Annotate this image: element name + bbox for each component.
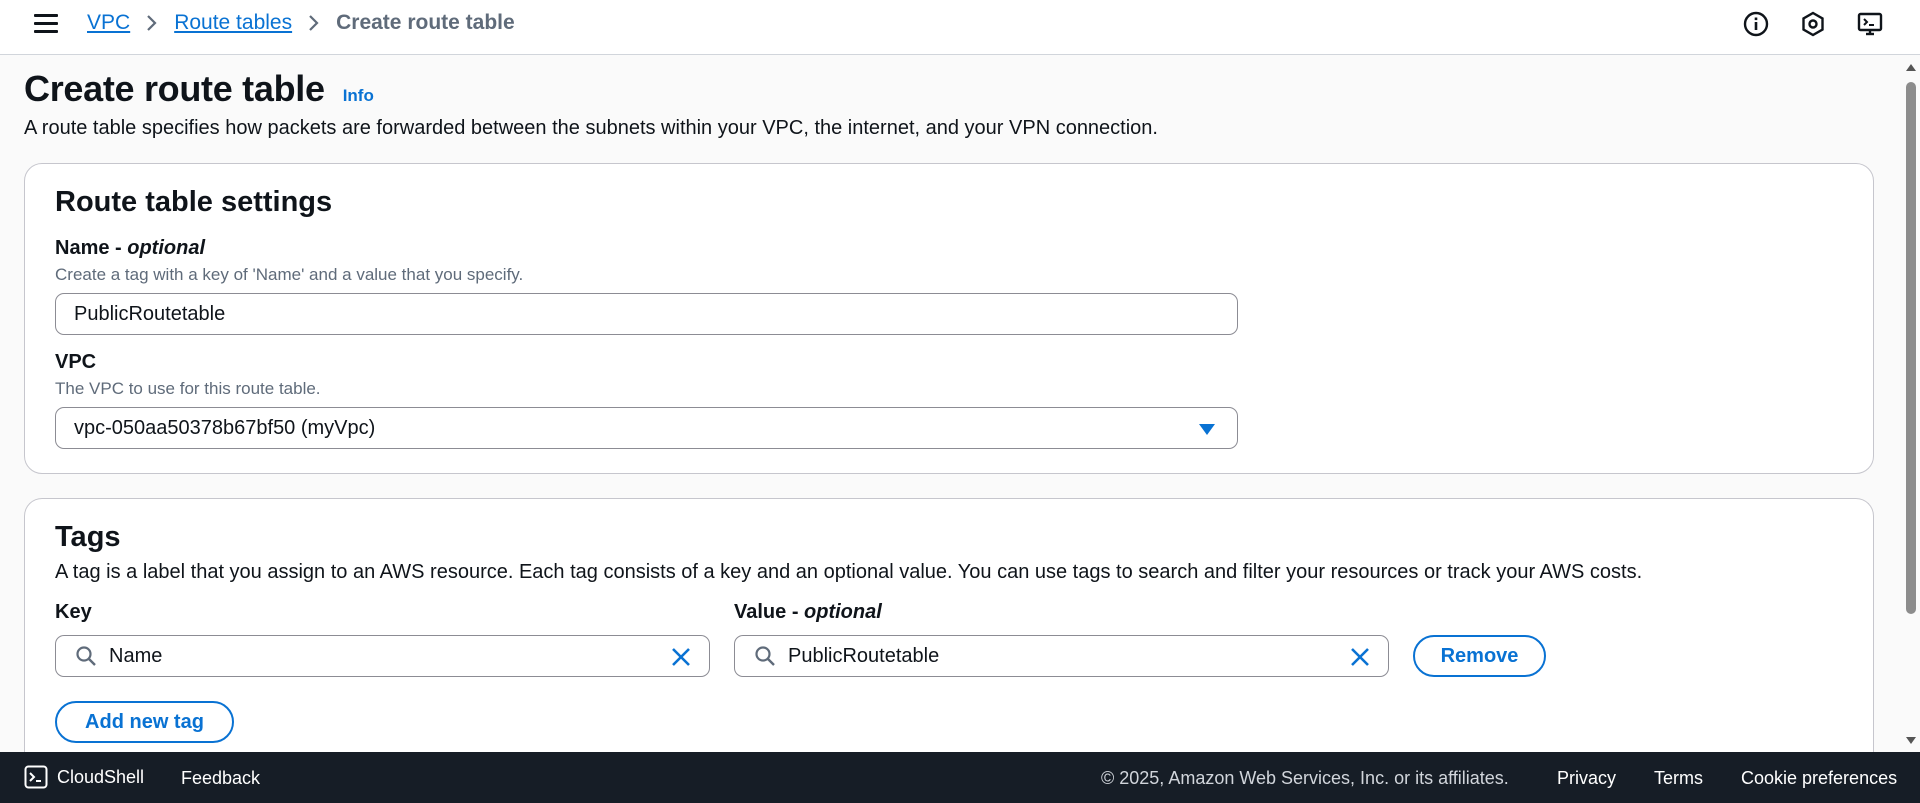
scrollbar-thumb[interactable] bbox=[1906, 82, 1916, 614]
name-field-label: Name - optional bbox=[55, 237, 205, 260]
privacy-link[interactable]: Privacy bbox=[1557, 768, 1616, 789]
scroll-down-arrow-icon[interactable] bbox=[1906, 737, 1916, 744]
terms-link[interactable]: Terms bbox=[1654, 768, 1703, 789]
cloudshell-terminal-icon[interactable] bbox=[1856, 10, 1884, 38]
cloudshell-label: CloudShell bbox=[57, 766, 145, 787]
cookie-preferences-link[interactable]: Cookie preferences bbox=[1741, 768, 1897, 789]
add-new-tag-button[interactable]: Add new tag bbox=[55, 701, 234, 743]
tags-description: A tag is a label that you assign to an A… bbox=[55, 561, 1643, 583]
breadcrumb: VPC Route tables Create route table bbox=[87, 10, 515, 36]
tag-key-input[interactable]: Name bbox=[55, 635, 710, 677]
vpc-select-value: vpc-050aa50378b67bf50 (myVpc) bbox=[74, 416, 376, 439]
search-icon bbox=[755, 646, 775, 666]
menu-hamburger-icon[interactable] bbox=[34, 14, 58, 34]
terminal-icon bbox=[24, 765, 48, 789]
close-icon[interactable] bbox=[1348, 645, 1372, 669]
console-footer: CloudShell Feedback © 2025, Amazon Web S… bbox=[0, 752, 1920, 803]
copyright-text: © 2025, Amazon Web Services, Inc. or its… bbox=[1101, 768, 1509, 788]
info-circle-icon[interactable] bbox=[1742, 10, 1770, 38]
chevron-right-icon bbox=[292, 14, 336, 32]
page-description: A route table specifies how packets are … bbox=[24, 117, 1158, 139]
settings-heading: Route table settings bbox=[55, 186, 333, 218]
tag-value-label: Value - optional bbox=[734, 601, 882, 624]
breadcrumb-route-tables-link[interactable]: Route tables bbox=[174, 11, 292, 35]
search-icon bbox=[76, 646, 96, 666]
breadcrumb-current: Create route table bbox=[336, 11, 515, 34]
scroll-up-arrow-icon[interactable] bbox=[1906, 64, 1916, 71]
name-input-value: PublicRoutetable bbox=[74, 302, 226, 325]
name-input[interactable]: PublicRoutetable bbox=[55, 293, 1238, 335]
page-scrollbar[interactable] bbox=[1902, 56, 1920, 752]
breadcrumb-vpc-link[interactable]: VPC bbox=[87, 11, 130, 35]
remove-tag-button[interactable]: Remove bbox=[1413, 635, 1546, 677]
settings-hexagon-icon[interactable] bbox=[1799, 10, 1827, 38]
feedback-link[interactable]: Feedback bbox=[181, 768, 260, 789]
tag-value-value: PublicRoutetable bbox=[788, 644, 940, 667]
top-navigation-bar: VPC Route tables Create route table bbox=[0, 0, 1920, 55]
name-label-text: Name - bbox=[55, 237, 128, 259]
vpc-field-hint: The VPC to use for this route table. bbox=[55, 379, 321, 398]
value-label-text: Value - bbox=[734, 601, 805, 623]
tags-panel: Tags A tag is a label that you assign to… bbox=[24, 498, 1874, 758]
optional-label: optional bbox=[804, 601, 882, 623]
optional-label: optional bbox=[127, 237, 206, 259]
tags-heading: Tags bbox=[55, 521, 121, 553]
tag-key-label: Key bbox=[55, 601, 92, 623]
caret-down-icon bbox=[1199, 424, 1215, 435]
top-utility-icons bbox=[1742, 10, 1884, 38]
chevron-right-icon bbox=[130, 14, 174, 32]
route-table-settings-panel: Route table settings Name - optional Cre… bbox=[24, 163, 1874, 474]
vpc-select[interactable]: vpc-050aa50378b67bf50 (myVpc) bbox=[55, 407, 1238, 449]
vpc-field-label: VPC bbox=[55, 351, 97, 373]
cloudshell-button[interactable]: CloudShell bbox=[24, 765, 144, 789]
tag-value-input[interactable]: PublicRoutetable bbox=[734, 635, 1389, 677]
page-title: Create route table bbox=[24, 68, 325, 109]
close-icon[interactable] bbox=[669, 645, 693, 669]
tag-key-value: Name bbox=[109, 644, 163, 667]
name-field-hint: Create a tag with a key of 'Name' and a … bbox=[55, 265, 524, 284]
info-link[interactable]: Info bbox=[343, 86, 374, 106]
page-header: Create route table Info bbox=[24, 68, 374, 110]
